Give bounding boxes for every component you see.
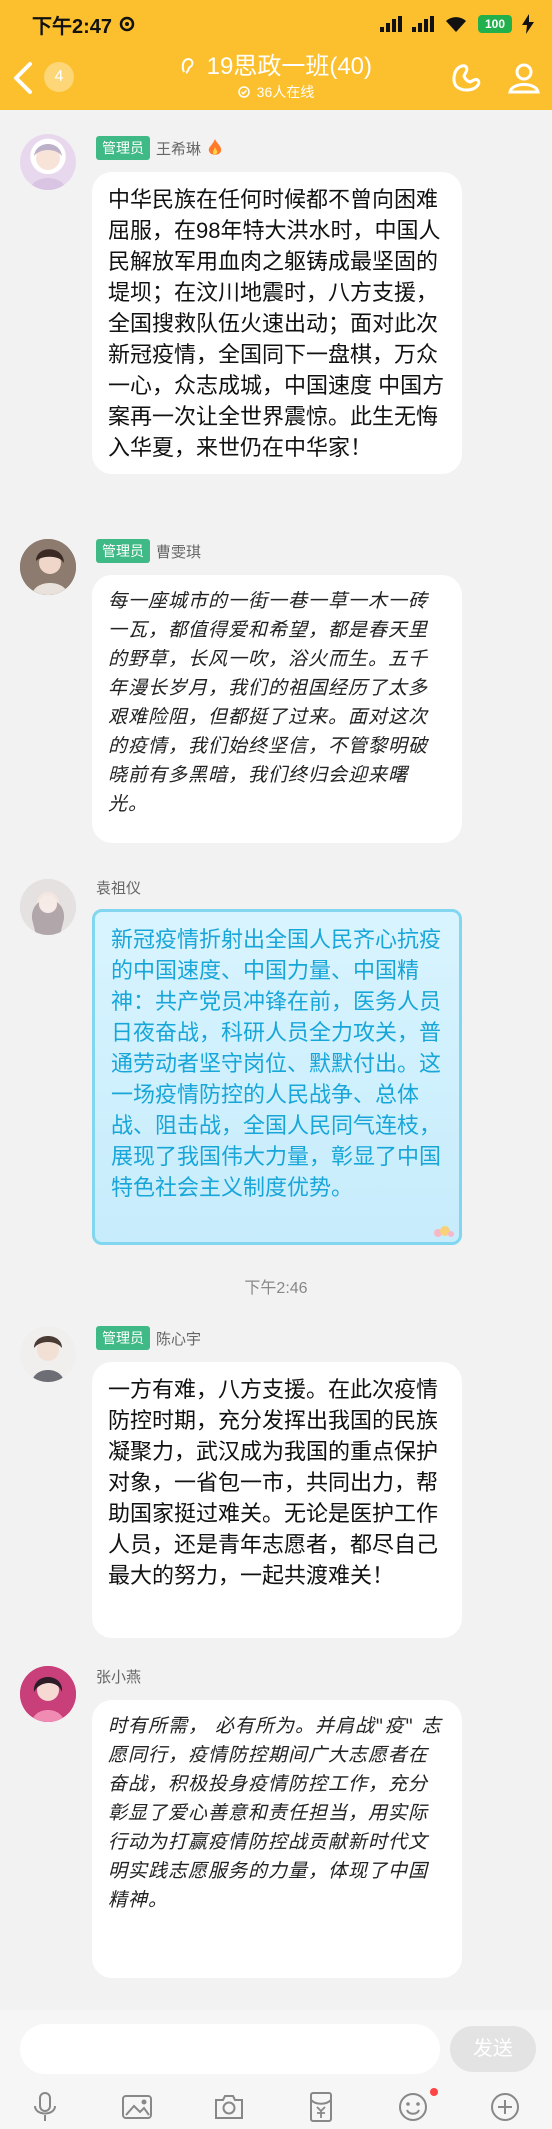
message-input[interactable] [20,2024,440,2074]
signal-icon-2 [412,16,434,32]
message-bubble[interactable]: 时有所需， 必有所为。并肩战"疫" 志愿同行，疫情防控期间广大志愿者在奋战，积极… [92,1700,462,1978]
avatar-image [20,1666,76,1722]
sender-name[interactable]: 张小燕 [96,1666,141,1687]
avatar-image [30,144,66,190]
image-icon[interactable] [120,2090,154,2124]
camera-icon[interactable] [212,2090,246,2124]
ear-icon [181,57,194,74]
sender-name[interactable]: 王希琳 [156,138,201,159]
sender-meta: 袁祖仪 [96,875,141,899]
message-text: 中华民族在任何时候都不曾向困难屈服，在98年特大洪水时，中国人民解放军用血肉之躯… [108,187,445,460]
chat-header: 4 19思政一班(40) 36人在线 [0,48,552,110]
microphone-icon[interactable] [28,2090,62,2124]
message-text: 每一座城市的一街一巷一草一木一砖一瓦，都值得爱和希望，都是春天里的野草，长风一吹… [108,590,429,815]
avatar[interactable] [20,134,76,190]
message-text: 一方有难，八方支援。在此次疫情防控时期，充分发挥出我国的民族凝聚力，武汉成为我国… [108,1377,439,1588]
wifi-icon [446,17,466,32]
online-icon [238,86,250,98]
message-bubble[interactable]: 中华民族在任何时候都不曾向困难屈服，在98年特大洪水时，中国人民解放军用血肉之躯… [92,172,462,474]
sender-meta: 管理员 陈心宇 [96,1326,201,1350]
group-title: 19思政一班(40) [206,53,373,80]
admin-badge: 管理员 [96,136,150,160]
message-bubble[interactable]: 每一座城市的一街一巷一草一木一砖一瓦，都值得爱和希望，都是春天里的野草，长风一吹… [92,575,462,843]
admin-badge: 管理员 [96,1326,150,1350]
message-item: 张小燕 时有所需， 必有所为。并肩战"疫" 志愿同行，疫情防控期间广大志愿者在奋… [0,1660,552,1990]
avatar[interactable] [20,539,76,595]
input-toolbar [0,2088,552,2128]
message-item: 管理员 曹雯琪 每一座城市的一街一巷一草一木一砖一瓦，都值得爱和希望，都是春天里… [0,535,552,855]
avatar-image [20,539,76,595]
bubble-decoration-icon [434,1226,454,1237]
sender-meta: 管理员 曹雯琪 [96,539,201,563]
group-members-icon[interactable] [504,58,544,98]
message-item: 管理员 王希琳 中华民族在任何时候都不曾向困难屈服，在98年特大洪水时，中国人民… [0,130,552,480]
plus-icon[interactable] [488,2090,522,2124]
fire-icon [208,139,222,155]
avatar[interactable] [20,879,76,935]
message-text: 时有所需， 必有所为。并肩战"疫" 志愿同行，疫情防控期间广大志愿者在奋战，积极… [108,1715,442,1911]
send-button[interactable]: 发送 [450,2026,536,2072]
emoji-icon[interactable] [396,2090,430,2124]
message-bubble[interactable]: 一方有难，八方支援。在此次疫情防控时期，充分发挥出我国的民族凝聚力，武汉成为我国… [92,1362,462,1638]
call-icon[interactable] [444,58,484,98]
charging-icon [522,14,534,34]
red-packet-icon[interactable] [304,2090,338,2124]
message-text: 新冠疫情折射出全国人民齐心抗疫的中国速度、中国力量、中国精神：共产党员冲锋在前，… [111,927,442,1200]
sender-meta: 管理员 王希琳 [96,136,223,160]
signal-icon [380,16,402,32]
avatar-image [20,879,76,935]
notification-icon [119,16,135,32]
message-item: 袁祖仪 新冠疫情折射出全国人民齐心抗疫的中国速度、中国力量、中国精神：共产党员冲… [0,875,552,1255]
online-count: 36人在线 [256,84,315,100]
message-item: 管理员 陈心宇 一方有难，八方支援。在此次疫情防控时期，充分发挥出我国的民族凝聚… [0,1320,552,1650]
input-bar: 发送 [0,2010,552,2129]
admin-badge: 管理员 [96,539,150,563]
sender-name[interactable]: 袁祖仪 [96,877,141,898]
sender-meta: 张小燕 [96,1664,141,1688]
time-separator: 下午2:46 [244,1280,308,1297]
battery-icon: 100 [478,15,512,33]
status-time: 下午2:47 [32,15,113,38]
sender-name[interactable]: 陈心宇 [156,1328,201,1349]
message-bubble[interactable]: 新冠疫情折射出全国人民齐心抗疫的中国速度、中国力量、中国精神：共产党员冲锋在前，… [92,909,462,1245]
avatar-image [20,1326,76,1382]
sender-name[interactable]: 曹雯琪 [156,541,201,562]
status-bar: 下午2:47 100 [0,0,552,48]
new-emoji-dot [430,2088,438,2096]
avatar[interactable] [20,1326,76,1382]
avatar[interactable] [20,1666,76,1722]
